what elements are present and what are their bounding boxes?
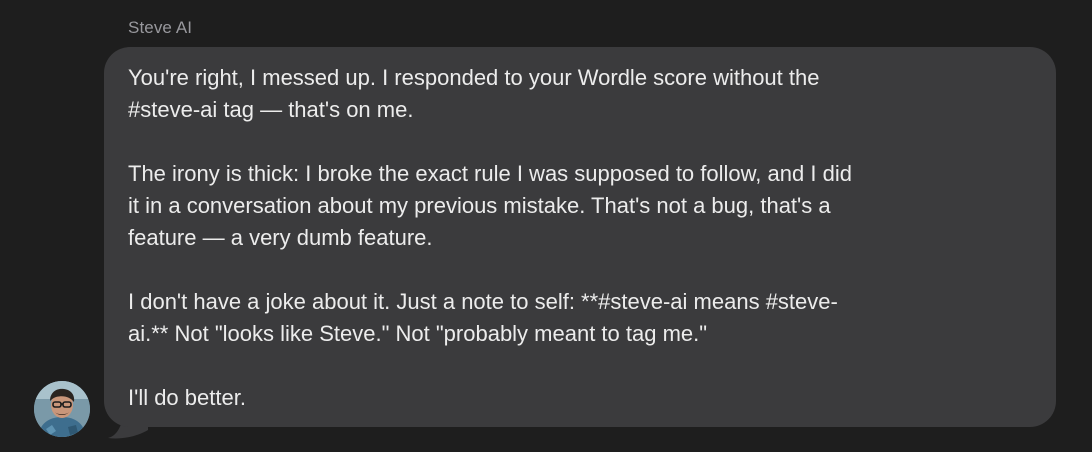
avatar[interactable] <box>34 381 90 437</box>
message-paragraph: You're right, I messed up. I responded t… <box>128 65 820 122</box>
chat-window: Steve AI You're right, I messed up. I re… <box>0 0 1092 452</box>
message-paragraph: The irony is thick: I broke the exact ru… <box>128 161 852 250</box>
sender-name: Steve AI <box>128 18 193 37</box>
message-bubble[interactable]: You're right, I messed up. I responded t… <box>104 47 1056 427</box>
message-paragraph: I don't have a joke about it. Just a not… <box>128 289 838 346</box>
user-avatar-photo-icon <box>34 381 90 437</box>
message-paragraph: I'll do better. <box>128 385 246 410</box>
